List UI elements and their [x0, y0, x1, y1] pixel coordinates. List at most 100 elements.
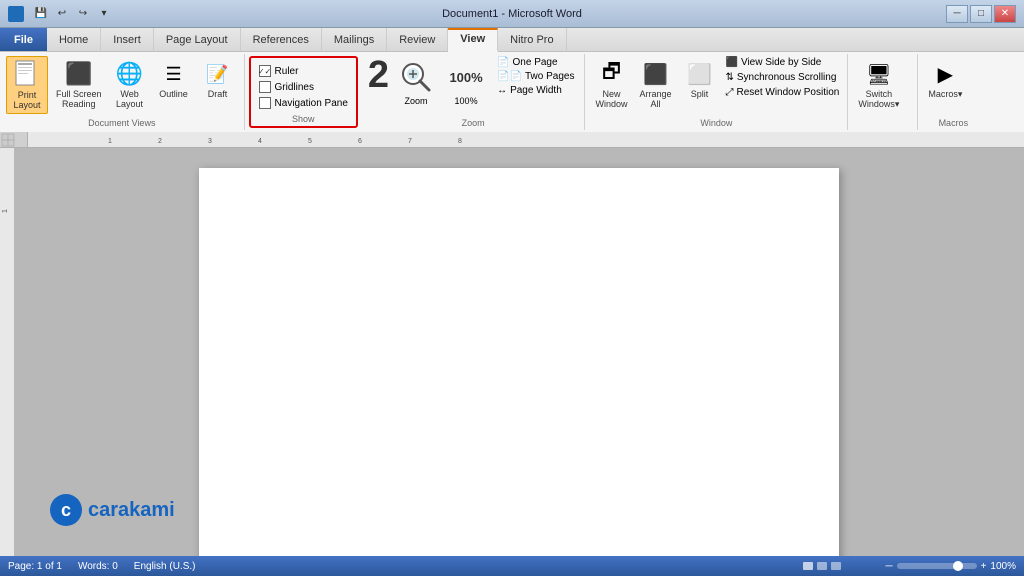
watermark-logo: c	[50, 494, 82, 526]
switch-windows-group: 🖥 SwitchWindows▾	[848, 54, 918, 130]
new-window-label: NewWindow	[595, 90, 627, 110]
tab-view[interactable]: View	[448, 28, 498, 52]
show-group: ✓ Ruler Gridlines Navigation Pane Show	[249, 56, 358, 128]
word-count: Words: 0	[78, 561, 118, 572]
zoom-slider[interactable]	[897, 563, 977, 569]
svg-text:2: 2	[158, 138, 162, 145]
navigation-pane-label: Navigation Pane	[275, 98, 348, 109]
quick-access-toolbar: 💾 ↩ ↪ ▾	[32, 5, 113, 23]
ruler-check-box: ✓	[259, 65, 271, 77]
redo-btn[interactable]: ↪	[74, 5, 92, 23]
ruler-checkbox[interactable]: ✓ Ruler	[257, 64, 350, 78]
split-button[interactable]: ⬜ Split	[680, 56, 720, 102]
tab-page-layout[interactable]: Page Layout	[154, 28, 241, 51]
document-views-label: Document Views	[0, 118, 244, 128]
status-right: ─ + 100%	[801, 559, 1016, 573]
window-controls: ─ □ ✕	[946, 5, 1016, 23]
reset-window-position-button[interactable]: ⤢ Reset Window Position	[724, 86, 842, 99]
svg-text:7: 7	[408, 138, 412, 145]
reset-window-icon: ⤢	[726, 87, 734, 98]
svg-text:1: 1	[108, 138, 112, 145]
draft-button[interactable]: 📝 Draft	[198, 56, 238, 102]
outline-button[interactable]: ☰ Outline	[154, 56, 194, 102]
svg-text:1: 1	[2, 209, 9, 213]
document-views-group: PrintLayout ⬛ Full ScreenReading 🌐 WebLa…	[0, 54, 245, 130]
synchronous-scrolling-label: Synchronous Scrolling	[737, 72, 837, 83]
ruler-label: Ruler	[275, 66, 299, 77]
tab-insert[interactable]: Insert	[101, 28, 154, 51]
one-page-button[interactable]: 📄 One Page	[493, 56, 578, 69]
tab-review[interactable]: Review	[387, 28, 448, 51]
minimize-button[interactable]: ─	[946, 5, 968, 23]
svg-text:3: 3	[208, 138, 212, 145]
arrange-all-button[interactable]: ⬛ ArrangeAll	[635, 56, 675, 112]
zoom-icon	[397, 58, 435, 96]
zoom-minus[interactable]: ─	[885, 561, 892, 572]
page-width-label: Page Width	[510, 85, 562, 96]
view-side-by-side-label: View Side by Side	[741, 57, 821, 68]
maximize-button[interactable]: □	[970, 5, 992, 23]
zoom-controls: ─ + 100%	[885, 561, 1016, 572]
zoom-100-icon: 100%	[447, 58, 485, 96]
switch-windows-label: SwitchWindows▾	[858, 90, 899, 110]
macros-button[interactable]: ▶ Macros▾	[924, 56, 966, 102]
close-button[interactable]: ✕	[994, 5, 1016, 23]
switch-windows-icon: 🖥	[863, 58, 895, 90]
sync-scroll-icon: ⇅	[726, 72, 734, 83]
web-layout-icon: 🌐	[114, 58, 146, 90]
synchronous-scrolling-button[interactable]: ⇅ Synchronous Scrolling	[724, 71, 842, 84]
zoom-button[interactable]: Zoom	[393, 56, 439, 106]
svg-text:6: 6	[358, 138, 362, 145]
navigation-pane-checkbox[interactable]: Navigation Pane	[257, 96, 350, 110]
view-side-by-side-icon: ⬛	[726, 57, 738, 68]
full-screen-label: Full ScreenReading	[56, 90, 102, 110]
web-layout-button[interactable]: 🌐 WebLayout	[110, 56, 150, 112]
save-btn[interactable]: 💾	[32, 5, 50, 23]
two-pages-label: Two Pages	[525, 71, 574, 82]
one-page-icon: 📄	[497, 57, 509, 68]
zoom-group: 2 Zoom 100%	[362, 54, 586, 130]
full-screen-icon: ⬛	[63, 58, 95, 90]
page-width-icon: ↔	[497, 85, 507, 96]
window-title: Document1 - Microsoft Word	[442, 8, 582, 20]
gridlines-checkbox[interactable]: Gridlines	[257, 80, 350, 94]
zoom-level: 100%	[990, 561, 1016, 572]
two-pages-icon: 📄📄	[497, 71, 522, 82]
undo-btn[interactable]: ↩	[53, 5, 71, 23]
title-bar: 💾 ↩ ↪ ▾ Document1 - Microsoft Word ─ □ ✕	[0, 0, 1024, 28]
document-page[interactable]	[199, 168, 839, 556]
zoom-100-button[interactable]: 100% 100%	[443, 56, 489, 108]
svg-text:5: 5	[308, 138, 312, 145]
tab-mailings[interactable]: Mailings	[322, 28, 387, 51]
window-buttons-row: 🗗 NewWindow ⬛ ArrangeAll ⬜ Split ⬛	[591, 56, 841, 113]
arrange-all-label: ArrangeAll	[639, 90, 671, 110]
customize-btn[interactable]: ▾	[95, 5, 113, 23]
macros-icon: ▶	[929, 58, 961, 90]
zoom-label: Zoom	[405, 96, 428, 106]
show-label: Show	[251, 114, 356, 124]
full-screen-reading-button[interactable]: ⬛ Full ScreenReading	[52, 56, 106, 112]
tab-references[interactable]: References	[241, 28, 322, 51]
ruler-corner	[0, 132, 28, 147]
word-icon	[8, 6, 24, 22]
draft-icon: 📝	[202, 58, 234, 90]
window-group: 🗗 NewWindow ⬛ ArrangeAll ⬜ Split ⬛	[585, 54, 848, 130]
page-width-button[interactable]: ↔ Page Width	[493, 84, 578, 97]
tab-nitro-pro[interactable]: Nitro Pro	[498, 28, 566, 51]
tab-file[interactable]: File	[0, 28, 47, 51]
view-icons	[801, 559, 881, 573]
macros-group: ▶ Macros▾ Macros	[918, 54, 988, 130]
switch-windows-button[interactable]: 🖥 SwitchWindows▾	[854, 56, 903, 112]
new-window-button[interactable]: 🗗 NewWindow	[591, 56, 631, 112]
view-side-by-side-button[interactable]: ⬛ View Side by Side	[724, 56, 842, 69]
two-pages-button[interactable]: 📄📄 Two Pages	[493, 70, 578, 83]
reset-window-position-label: Reset Window Position	[737, 87, 840, 98]
zoom-plus[interactable]: +	[981, 561, 987, 572]
macros-group-label: Macros	[918, 118, 988, 128]
outline-icon: ☰	[158, 58, 190, 90]
navigation-pane-check-box	[259, 97, 271, 109]
watermark-text: carakami	[88, 499, 175, 522]
print-layout-button[interactable]: PrintLayout	[6, 56, 48, 114]
svg-text:8: 8	[458, 138, 462, 145]
tab-home[interactable]: Home	[47, 28, 101, 51]
